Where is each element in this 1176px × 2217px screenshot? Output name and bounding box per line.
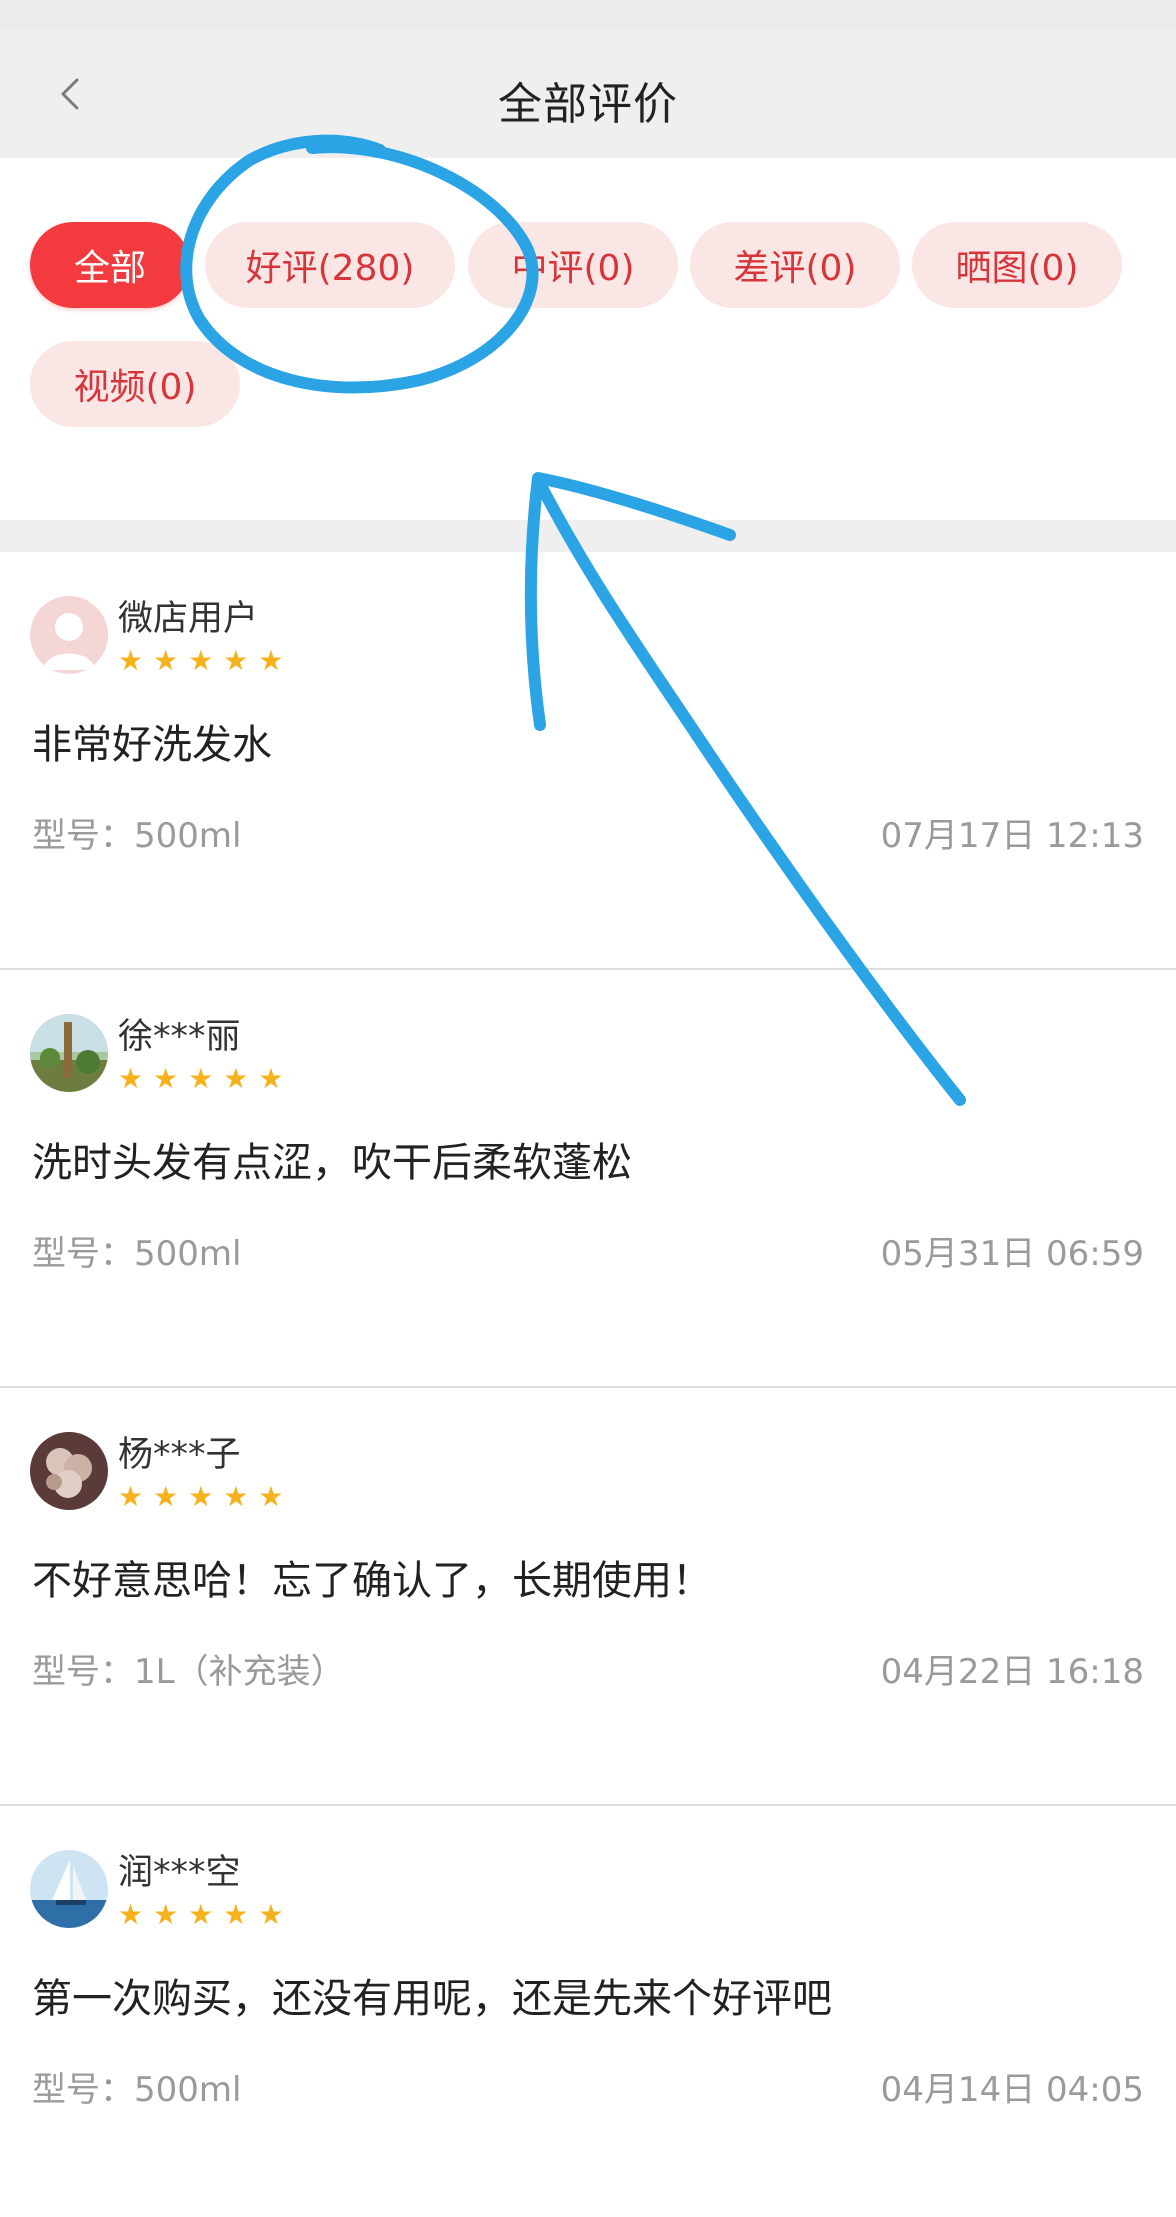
default-user-icon <box>30 596 108 674</box>
review-time: 04月22日 16:18 <box>880 1652 1144 1692</box>
star-rating: ★★★★★ <box>118 1898 294 1931</box>
avatar <box>30 1432 108 1510</box>
review-username: 徐***丽 <box>118 1017 241 1057</box>
filter-chip-all[interactable]: 全部 <box>30 222 190 308</box>
review-item: 杨***子 ★★★★★ 不好意思哈！忘了确认了，长期使用！ 型号：1L（补充装）… <box>0 1388 1176 1804</box>
filter-chips: 全部 好评(280) 中评(0) 差评(0) 晒图(0) 视频(0) <box>0 158 1176 520</box>
page-title: 全部评价 <box>498 79 678 130</box>
review-username: 微店用户 <box>118 599 259 639</box>
filter-chip-videos[interactable]: 视频(0) <box>30 341 240 427</box>
review-model: 型号：500ml <box>32 1234 242 1274</box>
review-model: 型号：500ml <box>32 816 242 856</box>
avatar <box>30 1014 108 1092</box>
review-item: 润***空 ★★★★★ 第一次购买，还没有用呢，还是先来个好评吧 型号：500m… <box>0 1806 1176 2217</box>
review-time: 07月17日 12:13 <box>880 816 1144 856</box>
star-rating: ★★★★★ <box>118 1480 294 1513</box>
review-text: 第一次购买，还没有用呢，还是先来个好评吧 <box>32 1976 832 2022</box>
review-item: 徐***丽 ★★★★★ 洗时头发有点涩，吹干后柔软蓬松 型号：500ml 05月… <box>0 970 1176 1386</box>
review-model: 型号：1L（补充装） <box>32 1652 345 1692</box>
status-bar <box>0 0 1176 30</box>
star-rating: ★★★★★ <box>118 644 294 677</box>
avatar <box>30 1850 108 1928</box>
section-separator <box>0 520 1176 552</box>
page: 全部评价 全部 好评(280) 中评(0) 差评(0) 晒图(0) 视频(0) … <box>0 0 1176 2217</box>
header-bar: 全部评价 <box>0 30 1176 158</box>
review-item: 微店用户 ★★★★★ 非常好洗发水 型号：500ml 07月17日 12:13 <box>0 552 1176 968</box>
flower-avatar-icon <box>30 1432 108 1510</box>
filter-chip-photos[interactable]: 晒图(0) <box>912 222 1122 308</box>
review-username: 润***空 <box>118 1853 241 1893</box>
review-time: 05月31日 06:59 <box>880 1234 1144 1274</box>
review-text: 不好意思哈！忘了确认了，长期使用！ <box>32 1558 712 1604</box>
star-rating: ★★★★★ <box>118 1062 294 1095</box>
filter-chip-positive[interactable]: 好评(280) <box>205 222 455 308</box>
avatar <box>30 596 108 674</box>
sailboat-avatar-icon <box>30 1850 108 1928</box>
review-text: 非常好洗发水 <box>32 722 272 768</box>
review-time: 04月14日 04:05 <box>880 2070 1144 2110</box>
filter-chip-negative[interactable]: 差评(0) <box>690 222 900 308</box>
review-text: 洗时头发有点涩，吹干后柔软蓬松 <box>32 1140 632 1186</box>
filter-chip-neutral[interactable]: 中评(0) <box>468 222 678 308</box>
review-model: 型号：500ml <box>32 2070 242 2110</box>
landscape-avatar-icon <box>30 1014 108 1092</box>
review-username: 杨***子 <box>118 1435 241 1475</box>
